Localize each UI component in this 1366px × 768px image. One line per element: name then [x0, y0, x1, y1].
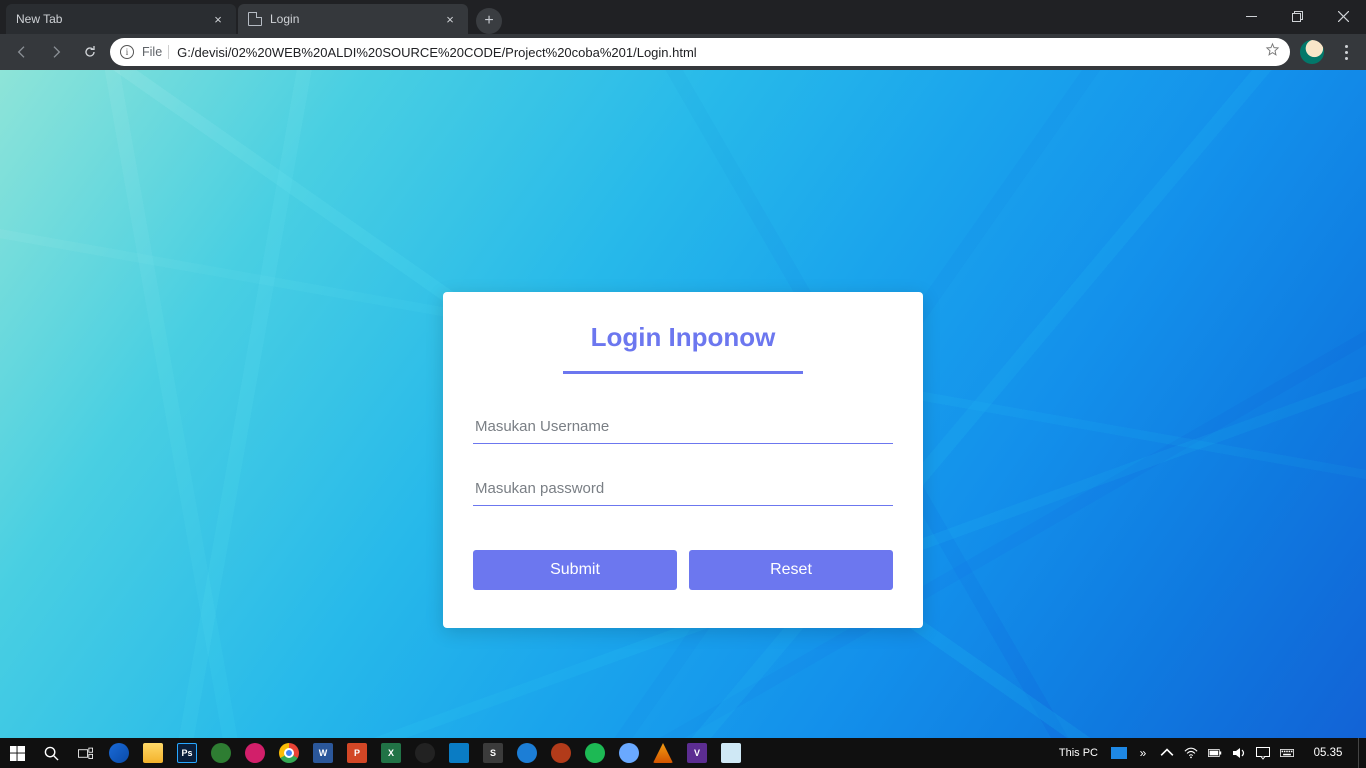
- taskbar-app-generic-2[interactable]: [238, 738, 272, 768]
- forward-button[interactable]: [42, 38, 70, 66]
- taskbar-app-visualstudio[interactable]: V: [680, 738, 714, 768]
- task-view-button[interactable]: [68, 738, 102, 768]
- close-icon[interactable]: ×: [210, 11, 226, 27]
- close-icon[interactable]: ×: [442, 11, 458, 27]
- taskbar-left: Ps W P X S V: [0, 738, 748, 768]
- tab-strip: New Tab × Login × +: [0, 0, 1366, 34]
- profile-avatar-button[interactable]: [1300, 40, 1324, 64]
- site-info-icon[interactable]: i: [120, 45, 134, 59]
- taskbar-app-excel[interactable]: X: [374, 738, 408, 768]
- login-card: Login Inponow Submit Reset: [443, 292, 923, 628]
- show-desktop-button[interactable]: [1358, 738, 1364, 768]
- action-center-icon[interactable]: [1252, 738, 1274, 768]
- back-button[interactable]: [8, 38, 36, 66]
- browser-toolbar: i File G:/devisi/02%20WEB%20ALDI%20SOURC…: [0, 34, 1366, 70]
- button-row: Submit Reset: [473, 550, 893, 590]
- taskbar-app-word[interactable]: W: [306, 738, 340, 768]
- title-underline: [563, 371, 803, 374]
- taskbar-app-edge[interactable]: [102, 738, 136, 768]
- reset-button[interactable]: Reset: [689, 550, 893, 590]
- close-window-button[interactable]: [1320, 0, 1366, 32]
- volume-icon[interactable]: [1228, 738, 1250, 768]
- taskbar-app-chrome[interactable]: [272, 738, 306, 768]
- start-button[interactable]: [0, 738, 34, 768]
- search-button[interactable]: [34, 738, 68, 768]
- wifi-icon[interactable]: [1180, 738, 1202, 768]
- taskbar-app-generic-4[interactable]: [442, 738, 476, 768]
- taskbar-right: This PC » 05.35: [1051, 738, 1366, 768]
- url-text: G:/devisi/02%20WEB%20ALDI%20SOURCE%20COD…: [177, 45, 1257, 60]
- tab-new-tab[interactable]: New Tab ×: [6, 4, 236, 34]
- taskbar-app-generic-1[interactable]: [204, 738, 238, 768]
- maximize-button[interactable]: [1274, 0, 1320, 32]
- this-pc-label[interactable]: This PC: [1051, 747, 1106, 759]
- taskbar-app-generic-6[interactable]: [544, 738, 578, 768]
- minimize-button[interactable]: [1228, 0, 1274, 32]
- password-input[interactable]: [473, 470, 893, 506]
- taskbar-app-spotify[interactable]: [578, 738, 612, 768]
- battery-icon[interactable]: [1204, 738, 1226, 768]
- tray-app-icon[interactable]: [1108, 738, 1130, 768]
- taskbar-clock[interactable]: 05.35: [1300, 747, 1356, 759]
- url-scheme-label: File: [142, 45, 169, 59]
- tray-chevron-up-icon[interactable]: [1156, 738, 1178, 768]
- taskbar-app-powerpoint[interactable]: P: [340, 738, 374, 768]
- window-controls: [1228, 0, 1366, 34]
- reload-button[interactable]: [76, 38, 104, 66]
- login-title: Login Inponow: [473, 322, 893, 353]
- windows-taskbar: Ps W P X S V This PC »: [0, 738, 1366, 768]
- taskbar-app-explorer[interactable]: [136, 738, 170, 768]
- username-input[interactable]: [473, 408, 893, 444]
- page-viewport: Login Inponow Submit Reset: [0, 70, 1366, 738]
- taskbar-app-photoshop[interactable]: Ps: [170, 738, 204, 768]
- taskbar-app-generic-7[interactable]: [612, 738, 646, 768]
- taskbar-app-vlc[interactable]: [646, 738, 680, 768]
- submit-button[interactable]: Submit: [473, 550, 677, 590]
- taskbar-app-generic-3[interactable]: [408, 738, 442, 768]
- tab-title: New Tab: [16, 12, 210, 26]
- document-icon: [248, 12, 262, 26]
- bookmark-star-icon[interactable]: [1265, 42, 1280, 62]
- keyboard-icon[interactable]: [1276, 738, 1298, 768]
- chrome-menu-button[interactable]: [1334, 38, 1358, 66]
- address-bar[interactable]: i File G:/devisi/02%20WEB%20ALDI%20SOURC…: [110, 38, 1290, 66]
- new-tab-button[interactable]: +: [476, 8, 502, 34]
- taskbar-app-sublime[interactable]: S: [476, 738, 510, 768]
- tab-title: Login: [270, 12, 442, 26]
- tray-overflow-icon[interactable]: »: [1132, 738, 1154, 768]
- tab-login[interactable]: Login ×: [238, 4, 468, 34]
- taskbar-app-notepad[interactable]: [714, 738, 748, 768]
- taskbar-app-generic-5[interactable]: [510, 738, 544, 768]
- browser-window: New Tab × Login × +: [0, 0, 1366, 768]
